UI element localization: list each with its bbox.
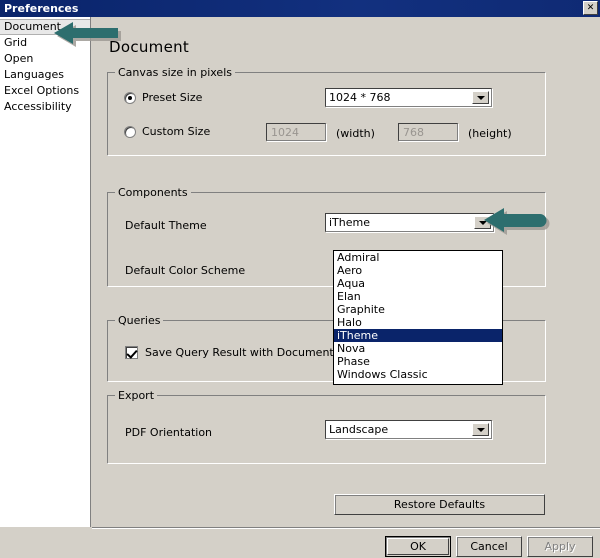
preset-size-combo[interactable]: 1024 * 768 <box>325 88 492 107</box>
apply-button-label: Apply <box>544 540 576 553</box>
custom-size-label: Custom Size <box>142 125 211 138</box>
canvas-size-group-title: Canvas size in pixels <box>115 66 235 79</box>
cancel-button-label: Cancel <box>470 540 508 553</box>
dropdown-option-itheme[interactable]: iTheme <box>334 329 502 342</box>
components-group-title: Components <box>115 186 191 199</box>
save-query-result-label: Save Query Result with Document <box>145 346 334 359</box>
dropdown-option-nova[interactable]: Nova <box>334 342 502 355</box>
default-theme-dropdown-list[interactable]: Admiral Aero Aqua Elan Graphite Halo iTh… <box>333 250 503 385</box>
height-unit-label: (height) <box>468 127 512 140</box>
sidebar-item-document[interactable]: Document <box>0 19 90 35</box>
sidebar-item-languages[interactable]: Languages <box>0 67 90 83</box>
radio-icon <box>124 125 136 138</box>
dropdown-option-halo[interactable]: Halo <box>334 316 502 329</box>
queries-group-title: Queries <box>115 314 164 327</box>
title-bar: Preferences ✕ <box>0 0 600 17</box>
checkbox-icon <box>125 346 138 359</box>
bottom-button-bar: OK Cancel Apply <box>0 529 600 558</box>
chevron-down-icon[interactable] <box>474 216 491 229</box>
apply-button: Apply <box>527 536 593 557</box>
preset-size-value: 1024 * 768 <box>329 91 391 104</box>
window-title: Preferences <box>4 2 79 15</box>
ok-button[interactable]: OK <box>385 536 451 557</box>
pdf-orientation-label: PDF Orientation <box>125 426 213 439</box>
width-unit-label: (width) <box>336 127 375 140</box>
export-group-title: Export <box>115 389 158 402</box>
sidebar-item-grid[interactable]: Grid <box>0 35 90 51</box>
default-color-scheme-label: Default Color Scheme <box>125 264 246 277</box>
sidebar-item-open[interactable]: Open <box>0 51 90 67</box>
dropdown-option-elan[interactable]: Elan <box>334 290 502 303</box>
page-title: Document <box>109 38 190 56</box>
dropdown-option-windows-classic[interactable]: Windows Classic <box>334 368 502 381</box>
preset-size-label: Preset Size <box>142 91 203 104</box>
export-group: Export PDF Orientation Landscape <box>107 389 546 464</box>
ok-button-label: OK <box>410 540 426 553</box>
sidebar-item-excel-options[interactable]: Excel Options <box>0 83 90 99</box>
chevron-down-icon[interactable] <box>472 91 489 104</box>
restore-defaults-button[interactable]: Restore Defaults <box>334 494 545 515</box>
canvas-size-group: Canvas size in pixels Preset Size Custom… <box>107 66 546 156</box>
pdf-orientation-value: Landscape <box>329 423 389 436</box>
dialog-body: Document Grid Open Languages Excel Optio… <box>0 17 600 558</box>
default-theme-combo[interactable]: iTheme <box>325 213 494 232</box>
sidebar-item-accessibility[interactable]: Accessibility <box>0 99 90 115</box>
default-theme-label: Default Theme <box>125 219 207 232</box>
radio-icon <box>124 91 136 104</box>
custom-height-input[interactable]: 768 <box>398 123 458 141</box>
title-bar-buttons: ✕ <box>583 1 598 15</box>
custom-width-input[interactable]: 1024 <box>266 123 326 141</box>
close-icon[interactable]: ✕ <box>583 1 598 15</box>
dropdown-option-graphite[interactable]: Graphite <box>334 303 502 316</box>
dropdown-option-phase[interactable]: Phase <box>334 355 502 368</box>
save-query-result-checkbox[interactable]: Save Query Result with Document <box>125 346 334 359</box>
dropdown-option-aero[interactable]: Aero <box>334 264 502 277</box>
preset-size-radio[interactable]: Preset Size <box>124 91 202 104</box>
cancel-button[interactable]: Cancel <box>456 536 522 557</box>
dropdown-option-admiral[interactable]: Admiral <box>334 251 502 264</box>
custom-size-radio[interactable]: Custom Size <box>124 125 210 138</box>
dropdown-option-aqua[interactable]: Aqua <box>334 277 502 290</box>
pdf-orientation-combo[interactable]: Landscape <box>325 420 492 439</box>
chevron-down-icon[interactable] <box>472 423 489 436</box>
category-sidebar: Document Grid Open Languages Excel Optio… <box>0 17 91 527</box>
preferences-dialog: Preferences ✕ Document Grid Open Languag… <box>0 0 600 558</box>
default-theme-value: iTheme <box>329 216 370 229</box>
